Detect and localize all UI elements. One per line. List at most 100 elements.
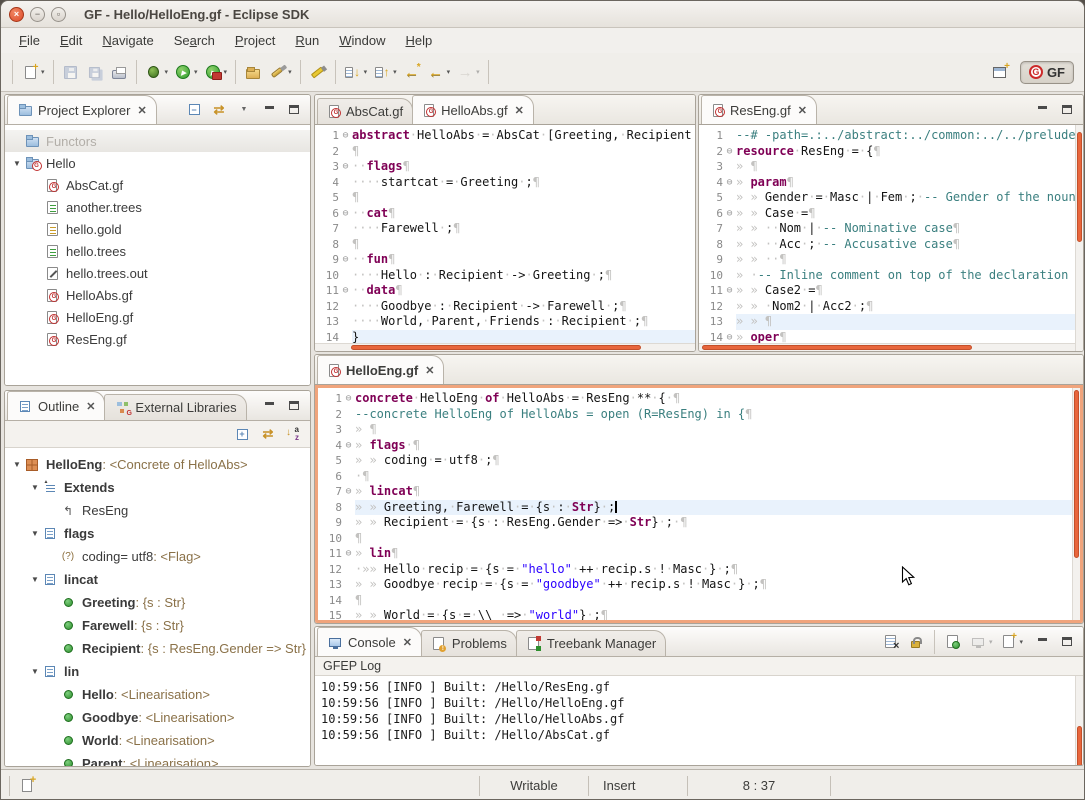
code-line[interactable]: 9» » ··¶ [699,252,1075,268]
search-button[interactable]: ▾ [266,61,294,83]
sort-az-button[interactable]: az↓ [283,423,303,445]
tree-item-hello[interactable]: ▼Hello [5,152,310,174]
code-line[interactable]: 9» » Recipient·=·{s·:·ResEng.Gender·=>·S… [318,515,1072,531]
close-icon[interactable]: ✕ [86,400,95,413]
code-line[interactable]: 6⊖» » Case·=¶ [699,206,1075,222]
menu-help[interactable]: Help [395,30,442,51]
outline-item-helloeng[interactable]: ▼HelloEng : <Concrete of HelloAbs> [5,453,310,476]
code-line[interactable]: 2⊖resource·ResEng·=·{¶ [699,144,1075,160]
fast-view-button[interactable] [16,775,38,797]
code-line[interactable]: 8¶ [315,237,695,253]
code-line[interactable]: 11⊖» lin¶ [318,546,1072,562]
minimize-view-button[interactable] [258,395,280,417]
outline-item-extends[interactable]: ▼Extends [5,476,310,499]
code-line[interactable]: 5¶ [315,190,695,206]
vertical-scrollbar[interactable] [1072,388,1080,620]
fold-icon[interactable]: ⊖ [339,283,352,299]
outline-item-lin[interactable]: ▼lin [5,660,310,683]
menu-navigate[interactable]: Navigate [92,30,163,51]
new-button[interactable]: ▾ [19,61,47,83]
tree-item-helloabs-gf[interactable]: HelloAbs.gf [5,284,310,306]
forward-button[interactable]: →▾ [454,61,482,83]
code-line[interactable]: 7» » ··Nom·|·-- Nominative case¶ [699,221,1075,237]
tab-console[interactable]: Console ✕ [317,627,422,656]
menu-window[interactable]: Window [329,30,395,51]
tree-item-abscat-gf[interactable]: AbsCat.gf [5,174,310,196]
import-folder-button[interactable] [242,61,264,83]
scroll-lock-button[interactable] [905,631,927,653]
maximize-view-button[interactable] [283,395,305,417]
tree-item-helloeng-gf[interactable]: HelloEng.gf [5,306,310,328]
outline-item-goodbye[interactable]: Goodbye : <Linearisation> [5,706,310,729]
outline-item-lincat[interactable]: ▼lincat [5,568,310,591]
next-annotation-button[interactable]: ↓▾ [342,61,370,83]
code-line[interactable]: 2¶ [315,144,695,160]
fold-icon[interactable]: ⊖ [723,283,736,299]
code-line[interactable]: 5» » Gender·=·Masc·|·Fem·;·-- Gender of … [699,190,1075,206]
code-line[interactable]: 6⊖··cat¶ [315,206,695,222]
save-button[interactable] [60,61,82,83]
view-menu-button[interactable]: ▼ [233,99,255,121]
minimize-button[interactable] [258,99,280,121]
code-line[interactable]: 5» » coding·=·utf8·;¶ [318,453,1072,469]
tab-reseng-gf[interactable]: ResEng.gf ✕ [701,95,817,124]
outline-item-flags[interactable]: ▼flags [5,522,310,545]
window-minimize-button[interactable]: − [30,7,45,22]
code-line[interactable]: 12» » ·Nom2·|·Acc2·;¶ [699,299,1075,315]
code-line[interactable]: 3⊖··flags¶ [315,159,695,175]
fold-icon[interactable]: ⊖ [339,252,352,268]
code-line[interactable]: 13····World,·Parent,·Friends·:·Recipient… [315,314,695,330]
link-with-editor-button[interactable]: ⇄ [257,423,279,445]
tab-treebank-manager[interactable]: Treebank Manager [516,630,666,656]
fold-icon[interactable]: ⊖ [339,128,352,144]
tab-outline[interactable]: Outline ✕ [7,391,105,420]
pin-console-button[interactable] [942,631,964,653]
tab-problems[interactable]: Problems [421,630,517,656]
tab-helloabs-gf[interactable]: HelloAbs.gf ✕ [412,95,534,124]
close-icon[interactable]: ✕ [137,104,146,117]
highlighter-button[interactable] [307,61,329,83]
tab-external-libraries[interactable]: External Libraries [104,394,246,420]
print-button[interactable] [108,61,130,83]
menu-project[interactable]: Project [225,30,285,51]
minimize-editor-button[interactable] [1031,99,1053,121]
fold-icon[interactable]: ⊖ [342,484,355,500]
code-line[interactable]: 11⊖» » Case2·=¶ [699,283,1075,299]
maximize-view-button[interactable] [1056,631,1078,653]
minimize-view-button[interactable] [1031,631,1053,653]
code-line[interactable]: 7⊖» lincat¶ [318,484,1072,500]
outline-item-reseng[interactable]: ↰ResEng [5,499,310,522]
tree-item-hello-trees-out[interactable]: hello.trees.out [5,262,310,284]
open-perspective-button[interactable] [989,61,1011,83]
fold-icon[interactable]: ⊖ [339,206,352,222]
close-icon[interactable]: ✕ [425,364,434,377]
outline-item-farewell[interactable]: Farewell : {s : Str} [5,614,310,637]
close-icon[interactable]: ✕ [515,104,524,117]
open-console-button[interactable]: ▾ [997,631,1025,653]
save-all-button[interactable] [84,61,106,83]
code-line[interactable]: 11⊖··data¶ [315,283,695,299]
reseng-editor[interactable]: 1--# -path=.:../abstract:../common:../..… [699,125,1075,351]
vertical-scrollbar[interactable] [1075,125,1083,351]
code-line[interactable]: 12····Goodbye·:·Recipient·->·Farewell·;¶ [315,299,695,315]
code-line[interactable]: 10¶ [318,531,1072,547]
prev-annotation-button[interactable]: ↑▾ [371,61,399,83]
tab-helloeng-gf[interactable]: HelloEng.gf ✕ [317,355,444,384]
run-external-button[interactable]: ▾ [202,61,230,83]
fold-icon[interactable]: ⊖ [342,546,355,562]
code-line[interactable]: 1--# -path=.:../abstract:../common:../..… [699,128,1075,144]
horizontal-scrollbar[interactable] [315,343,695,351]
back-button[interactable]: ←▾ [425,61,453,83]
outline-item-world[interactable]: World : <Linearisation> [5,729,310,752]
code-line[interactable]: 13» » ¶ [699,314,1075,330]
close-icon[interactable]: ✕ [403,636,412,649]
console-log[interactable]: 10:59:56 [INFO ] Built: /Hello/ResEng.gf… [315,676,1083,765]
menu-file[interactable]: File [9,30,50,51]
helloabs-editor[interactable]: 1⊖abstract·HelloAbs·=·AbsCat·[Greeting,·… [315,125,695,351]
helloeng-editor[interactable]: 1⊖concrete·HelloEng·of·HelloAbs·=·ResEng… [318,388,1072,620]
code-line[interactable]: 7····Farewell·;¶ [315,221,695,237]
maximize-button[interactable] [283,99,305,121]
outline-item-hello[interactable]: Hello : <Linearisation> [5,683,310,706]
code-line[interactable]: 12·»» Hello·recip·=·{s·=·"hello"·++·reci… [318,562,1072,578]
collapse-all-button[interactable]: − [183,99,205,121]
